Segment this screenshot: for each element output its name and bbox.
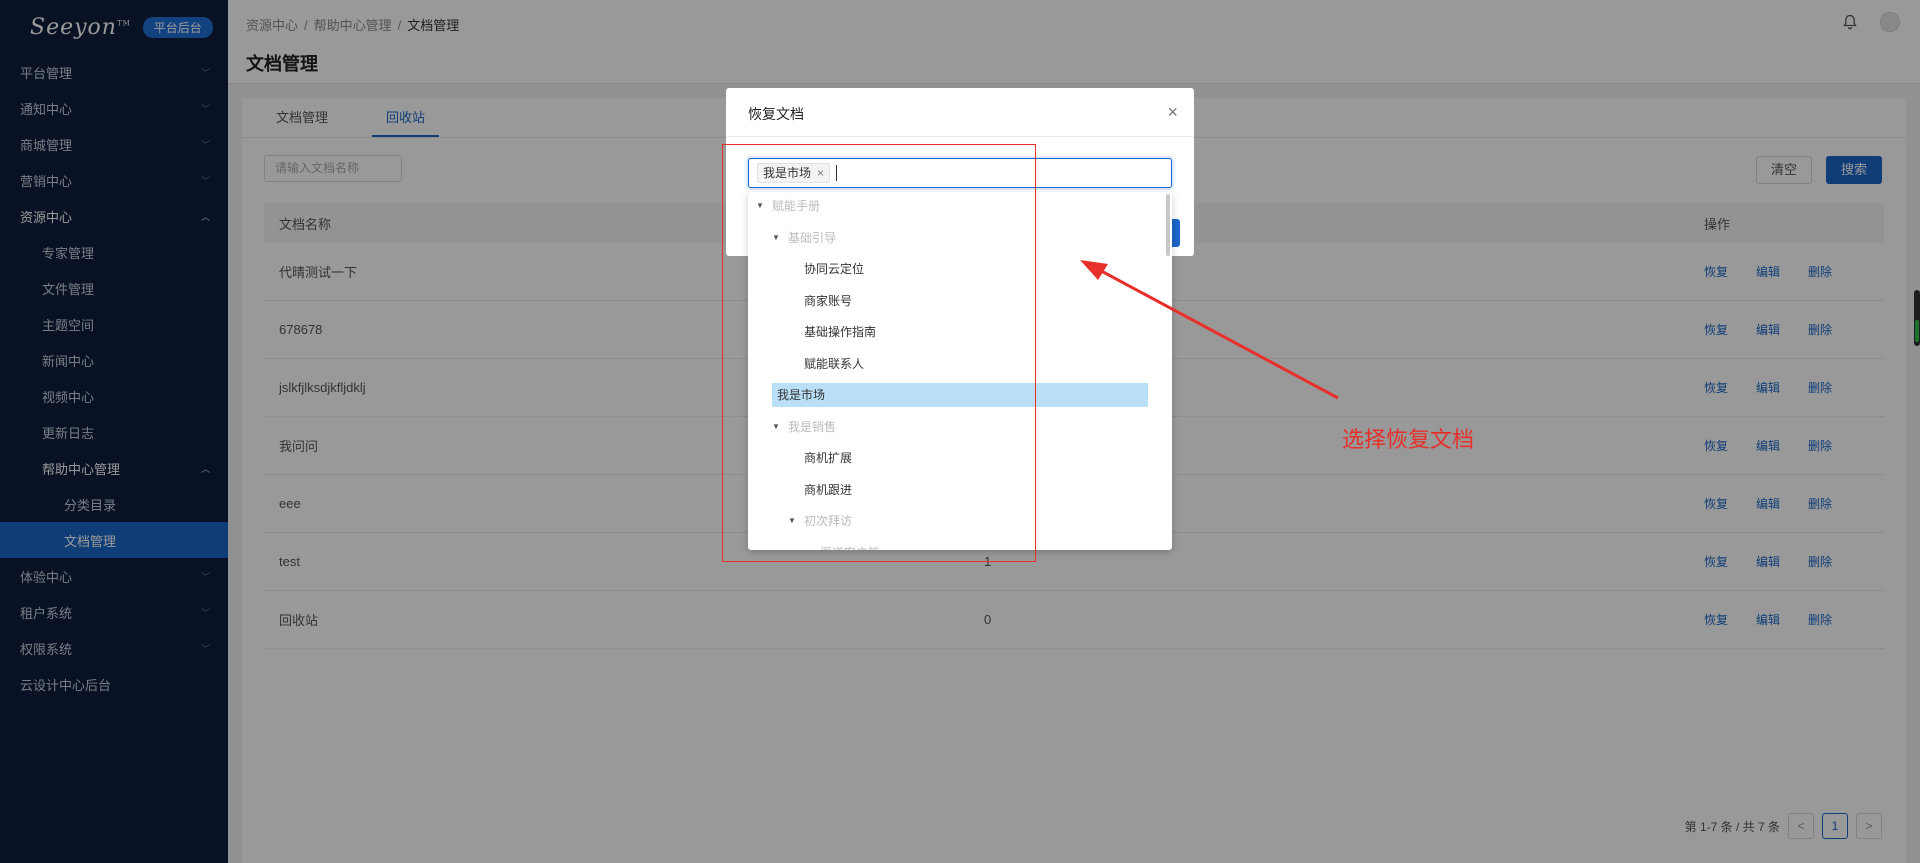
dropdown-scrollbar[interactable] [1166,194,1170,256]
annotation-text: 选择恢复文档 [1342,427,1475,452]
modal-divider [726,136,1194,137]
modal-title: 恢复文档 [748,106,804,122]
annotation-highlight-box [722,144,1036,562]
close-icon[interactable]: × [1167,102,1178,123]
